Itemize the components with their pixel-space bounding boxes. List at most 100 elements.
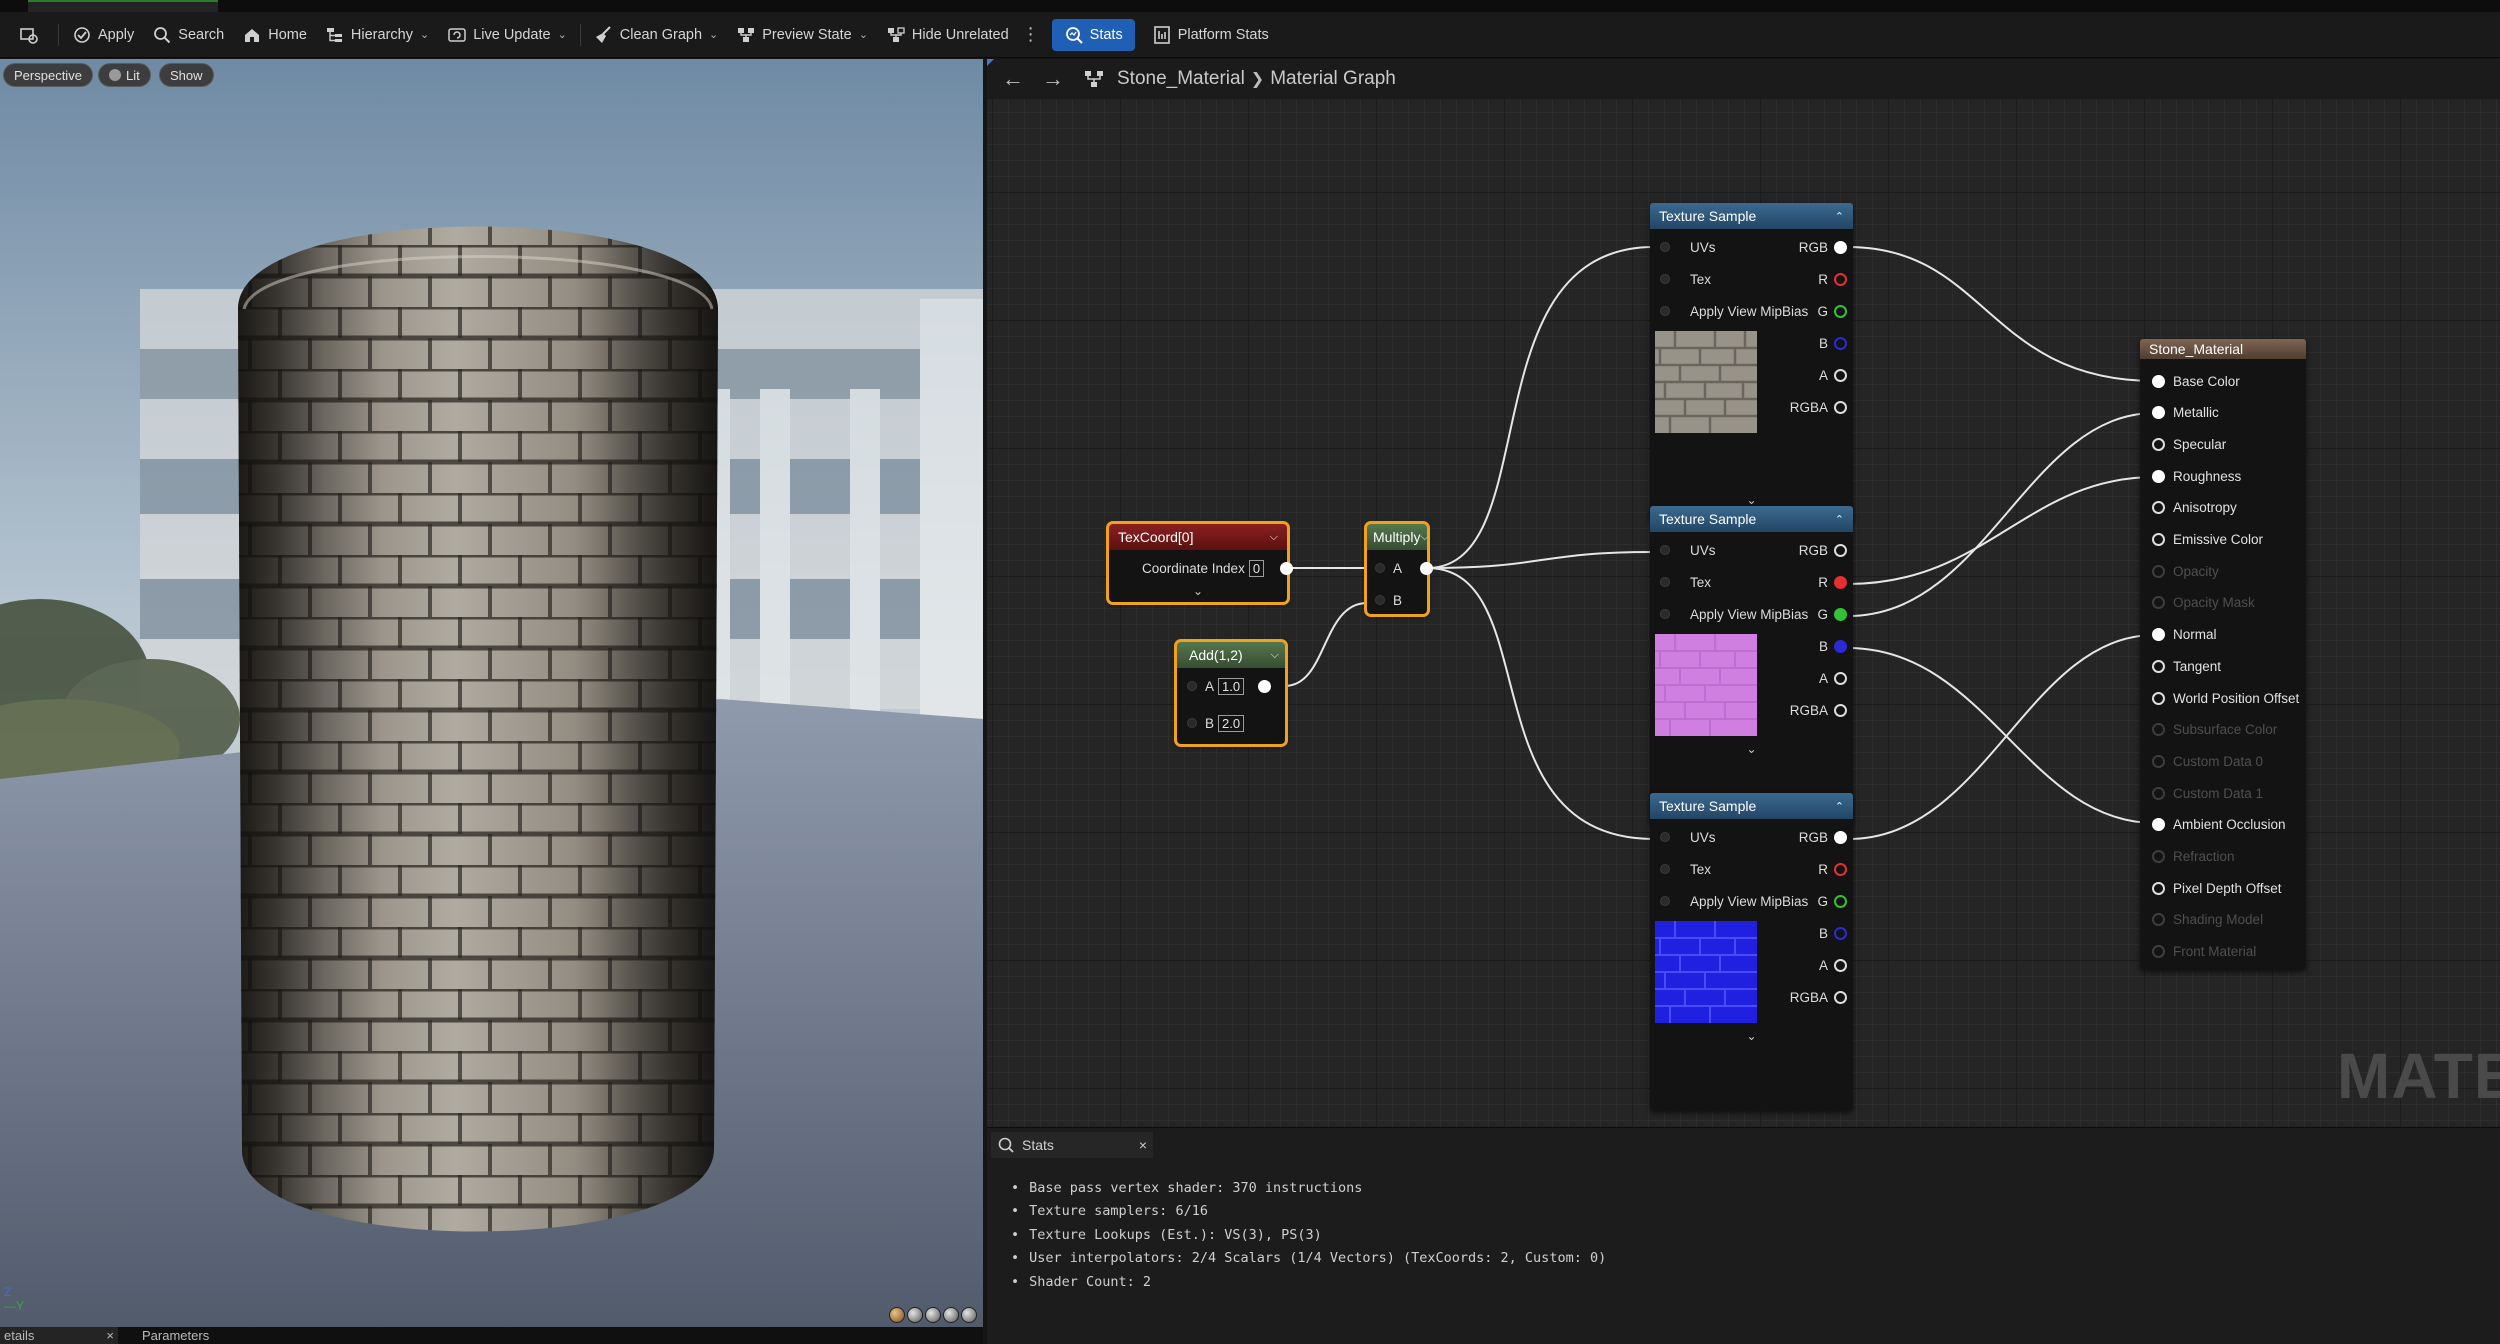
result-pin-world-position-offset[interactable]: World Position Offset bbox=[2152, 688, 2299, 708]
chevron-down-icon[interactable]: ⌵ bbox=[1271, 649, 1279, 662]
texture-preview-2[interactable] bbox=[1655, 634, 1757, 736]
result-pin-anisotropy[interactable]: Anisotropy bbox=[2152, 498, 2237, 518]
expand-chevron-icon[interactable]: ⌄ bbox=[1650, 493, 1853, 507]
chevron-down-icon[interactable]: ⌵ bbox=[1420, 531, 1428, 544]
perspective-button[interactable]: Perspective bbox=[3, 63, 93, 87]
multiply-output-pin[interactable] bbox=[1420, 561, 1434, 575]
ts2-uvs-pin[interactable] bbox=[1660, 545, 1670, 555]
ts3-a-pin[interactable] bbox=[1834, 958, 1847, 972]
ts1-g-pin[interactable] bbox=[1834, 304, 1847, 318]
input-pin-icon[interactable] bbox=[2152, 469, 2165, 483]
preview-viewport[interactable]: Perspective Lit Show Z —Y bbox=[0, 59, 983, 1327]
input-pin-icon[interactable] bbox=[2152, 659, 2165, 673]
ts1-a-pin[interactable] bbox=[1834, 368, 1847, 382]
multiply-node[interactable]: Multiply ⌵ A B bbox=[1364, 521, 1434, 617]
result-pin-roughness[interactable]: Roughness bbox=[2152, 466, 2241, 486]
hierarchy-dropdown[interactable]: Hierarchy ⌄ bbox=[316, 19, 438, 51]
ts2-r-pin[interactable] bbox=[1834, 575, 1847, 589]
chevron-down-icon[interactable]: ⌵ bbox=[1270, 531, 1278, 544]
texcoord-output-pin[interactable] bbox=[1280, 561, 1294, 575]
ts1-r-pin[interactable] bbox=[1834, 272, 1847, 286]
asset-menu-button[interactable] bbox=[0, 19, 54, 51]
texture-preview-1[interactable] bbox=[1655, 331, 1757, 433]
ts3-tex-pin[interactable] bbox=[1660, 864, 1670, 874]
coordinate-index-value[interactable]: 0 bbox=[1248, 559, 1265, 577]
input-pin-icon[interactable] bbox=[2152, 596, 2165, 610]
texture-sample-header-3[interactable]: Texture Sample ⌃ bbox=[1650, 793, 1853, 819]
input-pin-icon[interactable] bbox=[2152, 913, 2165, 927]
input-pin-icon[interactable] bbox=[2152, 406, 2165, 420]
input-pin-icon[interactable] bbox=[2152, 850, 2165, 863]
texture-sample-node-3[interactable]: Texture Sample ⌃ UVs Tex Apply View MipB… bbox=[1650, 793, 1853, 1111]
close-icon[interactable]: × bbox=[106, 1328, 114, 1343]
ts2-rgb-pin[interactable] bbox=[1834, 543, 1847, 557]
close-icon[interactable]: × bbox=[1139, 1137, 1147, 1153]
preview-plane-icon[interactable] bbox=[925, 1307, 941, 1323]
input-pin-icon[interactable] bbox=[2152, 374, 2165, 388]
apply-button[interactable]: Apply bbox=[63, 19, 143, 51]
input-pin-icon[interactable] bbox=[2152, 786, 2165, 800]
ts1-uvs-pin[interactable] bbox=[1660, 242, 1670, 252]
input-pin-icon[interactable] bbox=[2152, 501, 2165, 515]
material-result-node[interactable]: Stone_Material Base Color Metallic Specula… bbox=[2140, 339, 2306, 970]
parameters-tab[interactable]: Parameters bbox=[118, 1327, 233, 1344]
preview-cube-icon[interactable] bbox=[943, 1307, 959, 1323]
expand-chevron-icon[interactable]: ⌄ bbox=[1650, 742, 1853, 756]
preview-cylinder-icon[interactable] bbox=[907, 1307, 923, 1323]
ts3-r-pin[interactable] bbox=[1834, 862, 1847, 876]
ts3-rgb-pin[interactable] bbox=[1834, 830, 1847, 844]
multiply-node-header[interactable]: Multiply ⌵ bbox=[1367, 524, 1429, 550]
ts2-rgba-pin[interactable] bbox=[1834, 703, 1847, 717]
input-pin-icon[interactable] bbox=[2152, 564, 2165, 578]
hide-unrelated-button[interactable]: Hide Unrelated bbox=[877, 19, 1018, 51]
result-pin-emissive-color[interactable]: Emissive Color bbox=[2152, 530, 2263, 550]
input-pin-icon[interactable] bbox=[2152, 628, 2165, 642]
result-pin-metallic[interactable]: Metallic bbox=[2152, 403, 2219, 423]
ts2-g-pin[interactable] bbox=[1834, 607, 1847, 621]
add-node[interactable]: Add(1,2) ⌵ A 1.0 B 2.0 bbox=[1174, 639, 1288, 747]
add-b-pin[interactable] bbox=[1187, 718, 1197, 728]
texcoord-node[interactable]: TexCoord[0] ⌵ Coordinate Index 0 ⌄ bbox=[1106, 521, 1294, 605]
result-pin-normal[interactable]: Normal bbox=[2152, 625, 2217, 645]
texture-sample-header-1[interactable]: Texture Sample ⌃ bbox=[1650, 203, 1853, 229]
texture-preview-3[interactable] bbox=[1655, 921, 1757, 1023]
details-tab[interactable]: etails × bbox=[0, 1327, 118, 1344]
preview-state-dropdown[interactable]: Preview State ⌄ bbox=[727, 19, 877, 51]
ts3-b-pin[interactable] bbox=[1834, 926, 1847, 940]
add-b-value[interactable]: 2.0 bbox=[1218, 714, 1245, 732]
input-pin-icon[interactable] bbox=[2152, 691, 2165, 705]
ts2-a-pin[interactable] bbox=[1834, 671, 1847, 685]
platform-stats-button[interactable]: Platform Stats bbox=[1143, 19, 1278, 51]
input-pin-icon[interactable] bbox=[2152, 881, 2165, 895]
input-pin-icon[interactable] bbox=[2152, 754, 2165, 768]
ts2-b-pin[interactable] bbox=[1834, 639, 1847, 653]
ts3-g-pin[interactable] bbox=[1834, 894, 1847, 908]
ts1-rgba-pin[interactable] bbox=[1834, 400, 1847, 414]
ts1-tex-pin[interactable] bbox=[1660, 274, 1670, 284]
preview-sphere-icon[interactable] bbox=[889, 1307, 905, 1323]
ts3-rgba-pin[interactable] bbox=[1834, 990, 1847, 1004]
multiply-a-pin[interactable] bbox=[1375, 563, 1385, 573]
texture-sample-node-2[interactable]: Texture Sample ⌃ UVs Tex Apply View MipB… bbox=[1650, 506, 1853, 824]
texture-sample-header-2[interactable]: Texture Sample ⌃ bbox=[1650, 506, 1853, 532]
collapse-icon[interactable]: ⌃ bbox=[1835, 513, 1844, 526]
ts3-mipbias-pin[interactable] bbox=[1660, 896, 1670, 906]
texture-sample-node-1[interactable]: Texture Sample ⌃ UVs Tex Apply View MipB… bbox=[1650, 203, 1853, 521]
stats-tab[interactable]: Stats × bbox=[991, 1132, 1153, 1158]
collapse-icon[interactable]: ⌃ bbox=[1835, 800, 1844, 813]
material-graph-panel[interactable]: ← → Stone_Material ❯ Material Graph MATE… bbox=[987, 59, 2500, 1127]
editor-document-tab[interactable] bbox=[28, 0, 218, 12]
result-pin-specular[interactable]: Specular bbox=[2152, 434, 2226, 454]
ts1-mipbias-pin[interactable] bbox=[1660, 306, 1670, 316]
ts1-b-pin[interactable] bbox=[1834, 336, 1847, 350]
result-pin-tangent[interactable]: Tangent bbox=[2152, 656, 2221, 676]
input-pin-icon[interactable] bbox=[2152, 818, 2165, 832]
more-options-icon[interactable]: ⋮ bbox=[1018, 19, 1044, 51]
input-pin-icon[interactable] bbox=[2152, 723, 2165, 737]
ts2-mipbias-pin[interactable] bbox=[1660, 609, 1670, 619]
add-node-header[interactable]: Add(1,2) ⌵ bbox=[1177, 642, 1285, 668]
result-pin-ambient-occlusion[interactable]: Ambient Occlusion bbox=[2152, 815, 2286, 835]
clean-graph-dropdown[interactable]: Clean Graph ⌄ bbox=[585, 19, 727, 51]
add-a-pin[interactable] bbox=[1187, 681, 1197, 691]
expand-chevron-icon[interactable]: ⌄ bbox=[1109, 584, 1287, 598]
